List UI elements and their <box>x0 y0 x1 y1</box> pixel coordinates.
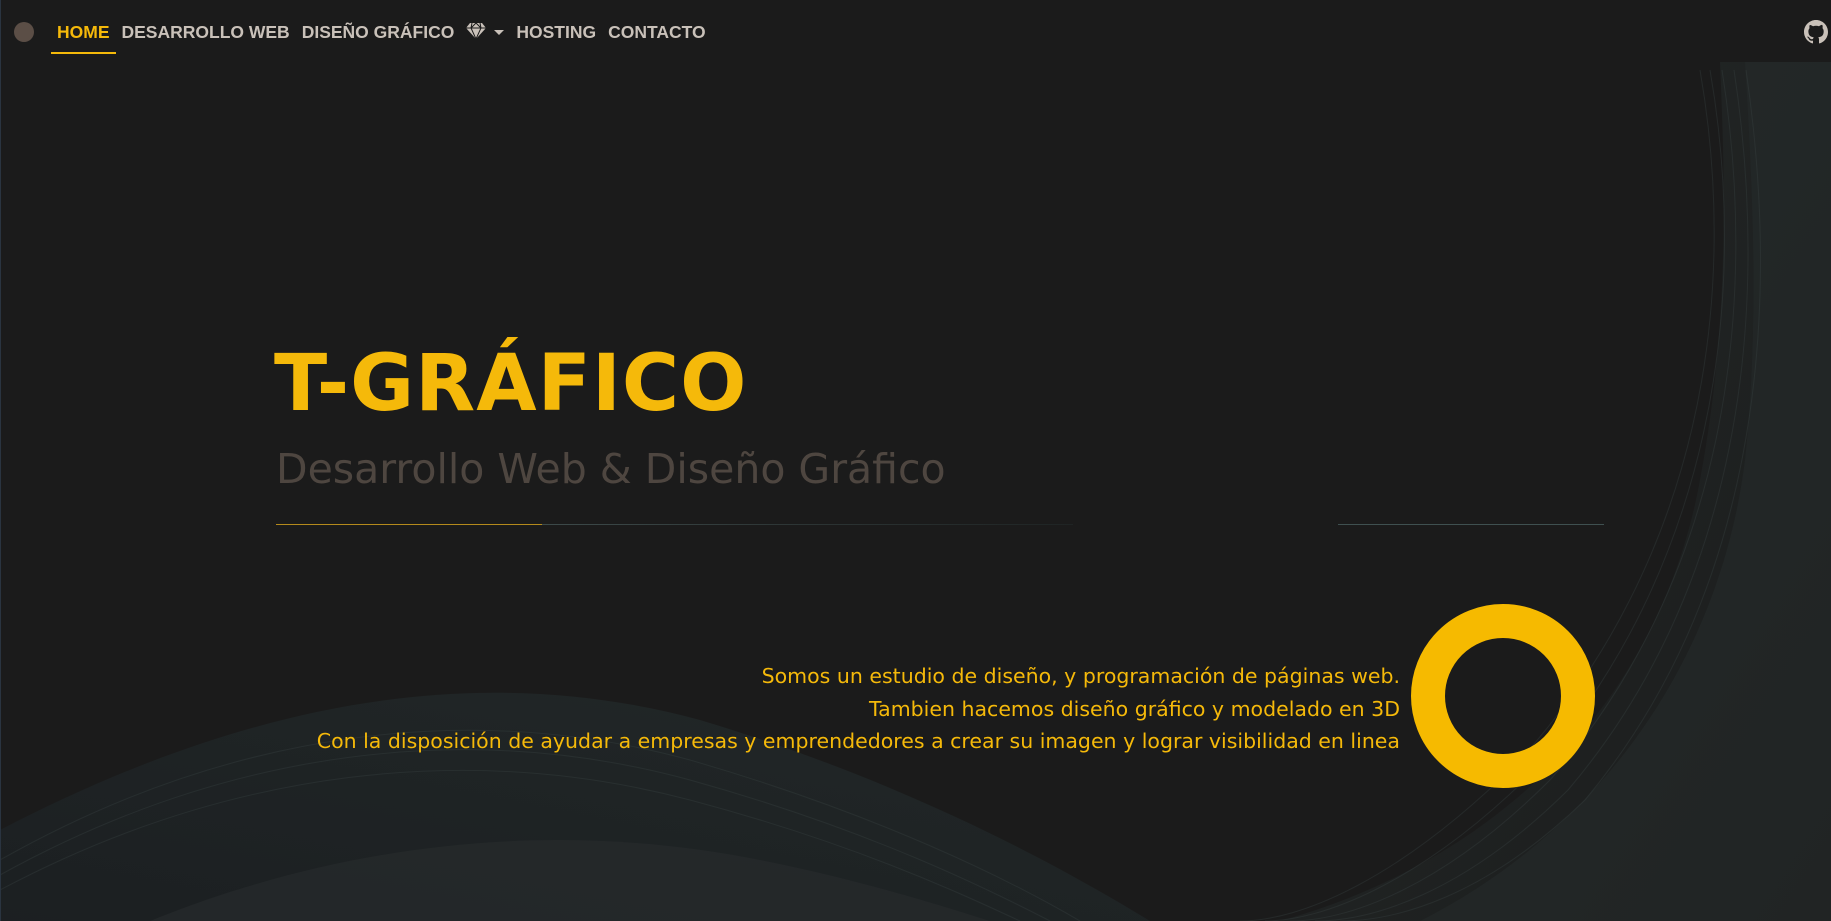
nav-dropdown-toggle[interactable] <box>460 0 510 62</box>
nav-item-desarrollo-web[interactable]: DESARROLLO WEB <box>116 0 296 62</box>
left-edge-divider <box>0 0 1 921</box>
top-navbar: HOME DESARROLLO WEB DISEÑO GRÁFICO HOSTI… <box>0 0 1831 62</box>
ring-logo-icon <box>1411 604 1595 788</box>
hero-description: Somos un estudio de diseño, y programaci… <box>317 660 1400 758</box>
brand-dot-icon[interactable] <box>14 22 34 42</box>
hero-subtitle: Desarrollo Web & Diseño Gráfico <box>276 445 946 493</box>
nav-item-home[interactable]: HOME <box>51 0 116 62</box>
nav-item-diseno-grafico[interactable]: DISEÑO GRÁFICO <box>296 0 461 62</box>
page: HOME DESARROLLO WEB DISEÑO GRÁFICO HOSTI… <box>0 0 1831 921</box>
hero-line: Con la disposición de ayudar a empresas … <box>316 729 1400 753</box>
hero-title: T-GRÁFICO <box>274 339 748 429</box>
hero-section: T-GRÁFICO Desarrollo Web & Diseño Gráfic… <box>0 0 1831 921</box>
github-icon[interactable] <box>1804 20 1828 44</box>
hero-line: Somos un estudio de diseño, y programaci… <box>761 664 1400 688</box>
nav-menu: HOME DESARROLLO WEB DISEÑO GRÁFICO HOSTI… <box>51 0 712 62</box>
hero-divider <box>276 524 1604 526</box>
hero-line: Tambien hacemos diseño gráfico y modelad… <box>869 696 1400 721</box>
chevron-down-icon <box>494 29 505 35</box>
diamond-icon <box>466 22 487 40</box>
nav-item-contacto[interactable]: CONTACTO <box>602 0 712 62</box>
nav-item-hosting[interactable]: HOSTING <box>510 0 602 62</box>
